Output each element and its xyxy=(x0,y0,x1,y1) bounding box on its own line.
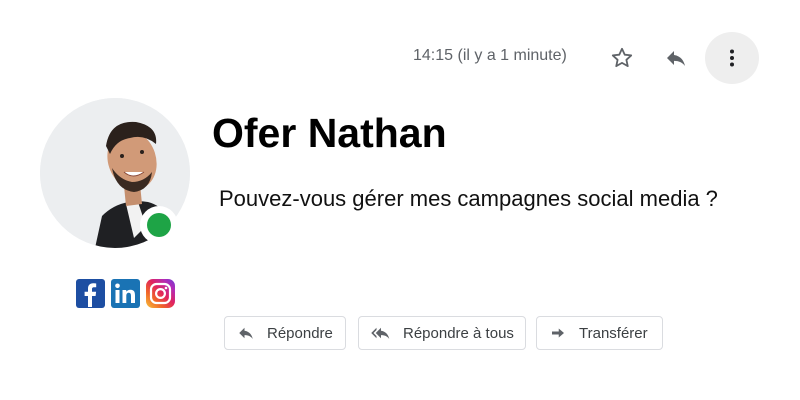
online-status-dot xyxy=(147,213,171,237)
reply-all-button-label: Répondre à tous xyxy=(403,324,514,342)
instagram-icon[interactable] xyxy=(146,279,175,308)
reply-icon-button[interactable] xyxy=(656,38,696,78)
reply-icon xyxy=(237,324,255,342)
sender-name: Ofer Nathan xyxy=(212,110,447,156)
linkedin-icon[interactable] xyxy=(111,279,140,308)
instagram-glyph xyxy=(149,282,172,305)
reply-button-label: Répondre xyxy=(267,324,333,342)
reply-all-button[interactable]: Répondre à tous xyxy=(358,316,526,350)
forward-icon xyxy=(549,324,567,342)
forward-button-label: Transférer xyxy=(579,324,648,342)
social-links xyxy=(76,279,175,308)
more-options-button[interactable] xyxy=(705,32,759,84)
reply-icon xyxy=(667,51,685,66)
message-body: Pouvez-vous gérer mes campagnes social m… xyxy=(219,186,718,211)
linkedin-glyph xyxy=(115,283,135,303)
more-vert-icon xyxy=(730,49,734,67)
email-message-view: 14:15 (il y a 1 minute) Ofer Nathan Pouv… xyxy=(0,0,800,400)
reply-all-icon xyxy=(371,324,391,342)
forward-button[interactable]: Transférer xyxy=(536,316,663,350)
facebook-glyph xyxy=(84,283,97,307)
online-status-badge xyxy=(140,206,178,244)
star-button[interactable] xyxy=(602,38,642,78)
star-icon xyxy=(611,47,633,68)
message-timestamp: 14:15 (il y a 1 minute) xyxy=(413,47,567,64)
reply-button[interactable]: Répondre xyxy=(224,316,346,350)
facebook-icon[interactable] xyxy=(76,279,105,308)
